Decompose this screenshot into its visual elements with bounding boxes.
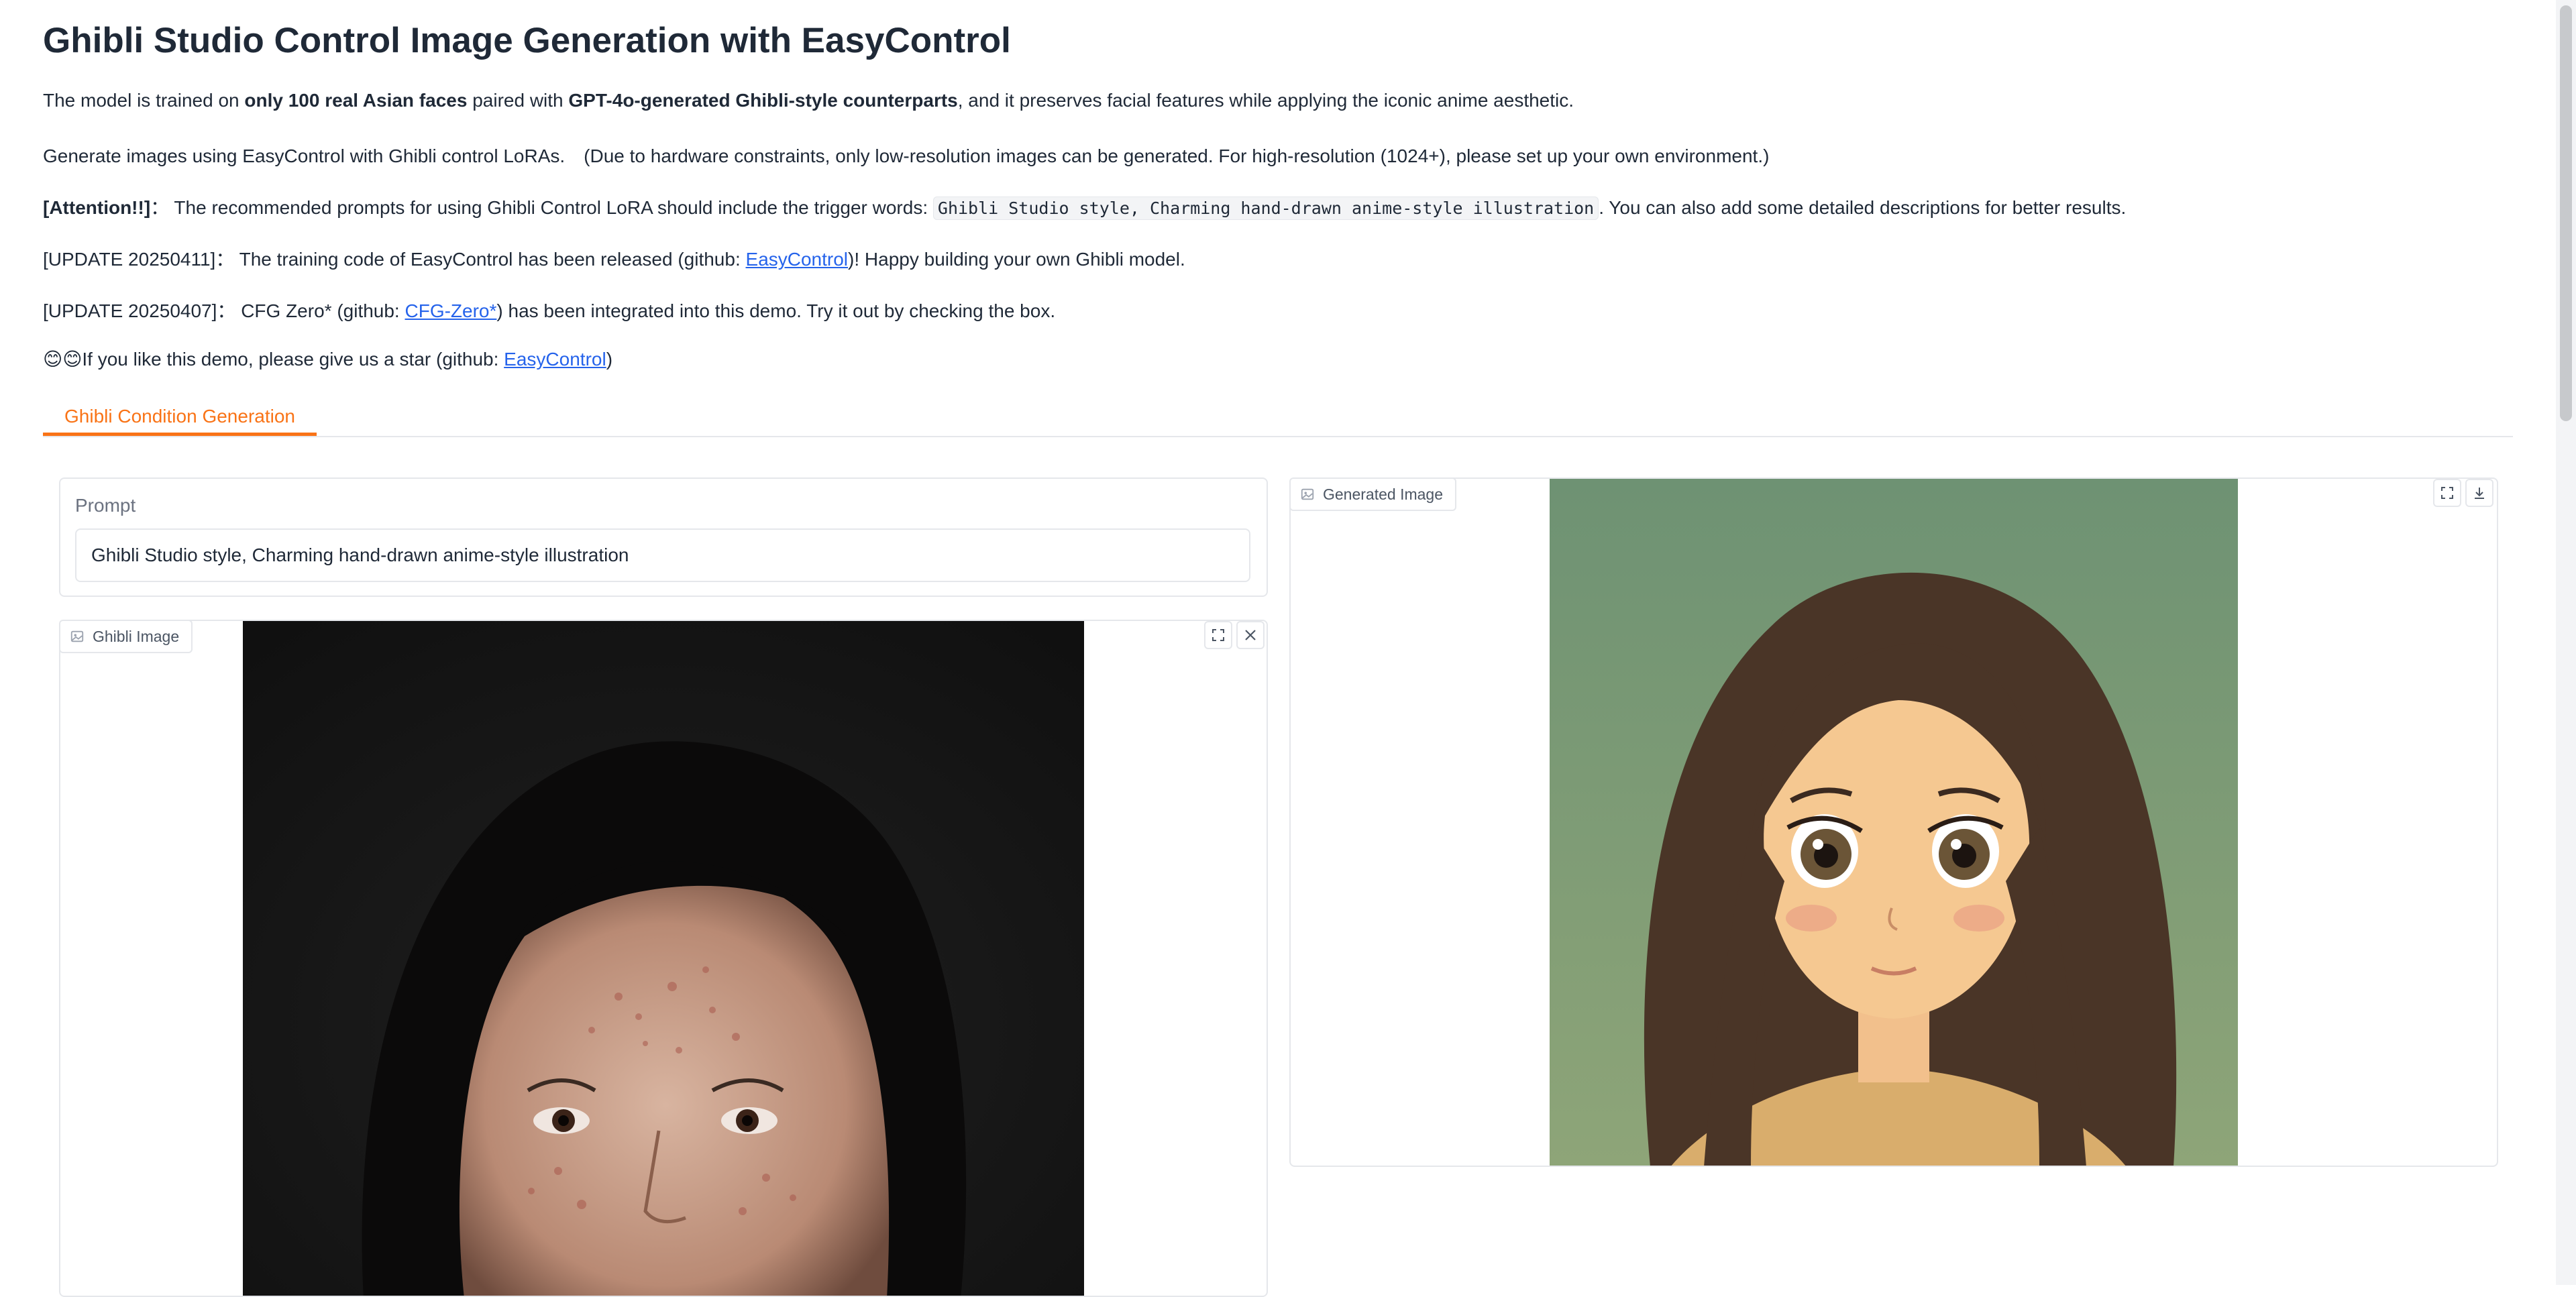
update2-text-1: [UPDATE 20250407]： CFG Zero* (github: [43, 300, 405, 321]
intro-paragraph: The model is trained on only 100 real As… [43, 90, 1574, 111]
update1-text-2: )! Happy building your own Ghibli model. [848, 249, 1185, 270]
image-icon [70, 630, 84, 642]
fullscreen-icon [1212, 629, 1224, 641]
intro-text-1: The model is trained on [43, 90, 245, 111]
generated-image-label: Generated Image [1289, 477, 1457, 511]
fullscreen-icon [2441, 487, 2453, 499]
prompt-label: Prompt [75, 495, 136, 516]
uploaded-photo [243, 621, 1084, 1296]
generated-image-panel [1289, 477, 2498, 1167]
intro-bold-1: only 100 real Asian faces [244, 90, 468, 111]
image-icon [1301, 488, 1314, 500]
update-20250411: [UPDATE 20250411]： The training code of … [43, 245, 1185, 272]
intro-text-3: , and it preserves facial features while… [957, 90, 1574, 111]
generated-fullscreen-button[interactable] [2433, 479, 2461, 507]
app-page: Ghibli Studio Control Image Generation w… [0, 0, 2576, 1297]
intro-text-2: paired with [467, 90, 569, 111]
scrollbar-thumb[interactable] [2560, 5, 2572, 421]
update-20250407: [UPDATE 20250407]： CFG Zero* (github: CF… [43, 296, 1055, 323]
smile-emoji-icon: 😊😊 [43, 349, 83, 370]
star-request: 😊😊If you like this demo, please give us … [43, 348, 612, 370]
update1-text-1: [UPDATE 20250411]： The training code of … [43, 249, 746, 270]
update2-text-2: ) has been integrated into this demo. Tr… [496, 300, 1056, 321]
cfg-zero-link[interactable]: CFG-Zero* [405, 300, 497, 321]
easycontrol-star-link[interactable]: EasyControl [504, 349, 606, 370]
download-button[interactable] [2465, 479, 2493, 507]
attention-paragraph: [Attention!!]： The recommended prompts f… [43, 193, 2126, 220]
attention-text-2: . You can also add some detailed descrip… [1599, 197, 2127, 218]
intro-bold-2: GPT-4o-generated Ghibli-style counterpar… [568, 90, 958, 111]
star-text-2: ) [606, 349, 613, 370]
prompt-input[interactable] [75, 528, 1250, 582]
ghibli-image-panel [59, 620, 1268, 1297]
generated-photo [1550, 479, 2238, 1166]
trigger-words-code: Ghibli Studio style, Charming hand-drawn… [932, 196, 1599, 220]
ghibli-image-label-text: Ghibli Image [93, 627, 180, 645]
generate-note: Generate images using EasyControl with G… [43, 146, 1770, 166]
clear-image-button[interactable] [1236, 621, 1265, 649]
download-icon [2475, 488, 2484, 499]
attention-text-1: ： The recommended prompts for using Ghib… [150, 197, 933, 218]
fullscreen-button[interactable] [1204, 621, 1232, 649]
tab-ghibli-condition-generation[interactable]: Ghibli Condition Generation [43, 401, 317, 436]
ghibli-image-label: Ghibli Image [59, 620, 193, 653]
easycontrol-link[interactable]: EasyControl [746, 249, 849, 270]
tab-bar [43, 436, 2513, 437]
generated-image-label-text: Generated Image [1323, 485, 1444, 503]
scrollbar-track[interactable] [2556, 0, 2576, 1285]
page-title: Ghibli Studio Control Image Generation w… [43, 21, 1011, 60]
star-text-1: If you like this demo, please give us a … [82, 349, 504, 370]
close-icon [1245, 630, 1256, 640]
attention-label: [Attention!!] [43, 197, 151, 218]
